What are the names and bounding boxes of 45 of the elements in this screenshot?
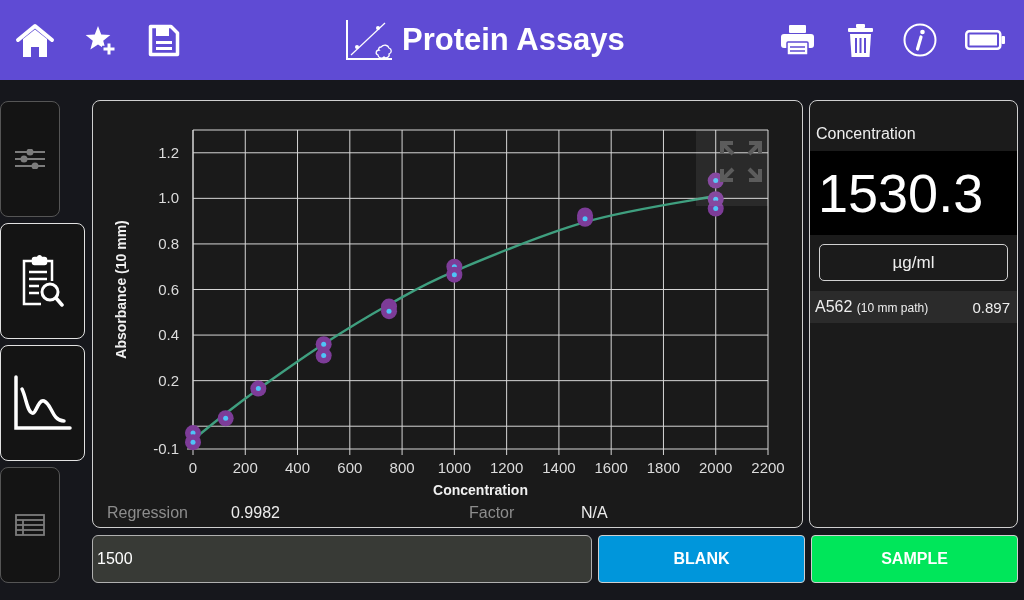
result-label: Concentration [815, 124, 917, 144]
trash-icon[interactable] [848, 23, 873, 57]
y-tick-label: 0.8 [158, 234, 179, 252]
star-plus-icon[interactable] [85, 24, 116, 56]
x-tick-label: 600 [337, 459, 363, 476]
x-tick-label: 800 [389, 459, 415, 476]
sliders-icon [15, 149, 45, 169]
chart-logo-icon [345, 19, 395, 61]
stat-value: 0.9982 [231, 504, 280, 522]
y-tick-label: 1.0 [158, 189, 179, 207]
x-tick-label: 1000 [437, 459, 472, 476]
app-title: Protein Assays [402, 22, 625, 58]
concentration-input[interactable]: 1500 [92, 535, 592, 583]
x-tick-label: 1400 [542, 459, 576, 476]
x-tick-label: 1200 [489, 459, 524, 476]
home-icon[interactable] [15, 22, 55, 58]
x-tick-label: 2000 [699, 459, 733, 476]
x-tick-label: 2200 [751, 459, 785, 476]
y-tick-label: 0.4 [158, 326, 179, 344]
reading-label: A562 (10 mm path) [815, 298, 929, 316]
x-tick-label: 0 [188, 459, 198, 476]
printer-icon[interactable] [780, 24, 815, 56]
y-tick-label: 0.2 [158, 371, 179, 389]
info-icon[interactable] [903, 23, 937, 57]
save-icon[interactable] [148, 23, 180, 57]
clipboard-search-icon [21, 255, 64, 307]
y-tick-label: 0.6 [158, 280, 179, 298]
x-axis-title: Concentration [433, 482, 528, 498]
reading-value: 0.897 [972, 298, 1010, 316]
table-icon [15, 514, 45, 536]
x-tick-label: 400 [285, 459, 311, 476]
expand-icon[interactable] [696, 130, 768, 206]
y-tick-label: 1.2 [158, 143, 179, 161]
stat-label: Factor [469, 504, 515, 522]
x-tick-label: 200 [232, 459, 258, 476]
line-chart-icon [13, 375, 72, 431]
y-tick-label: -0.1 [153, 440, 179, 457]
x-tick-label: 1800 [646, 459, 681, 476]
battery-icon [965, 30, 1005, 50]
y-axis-title: Absorbance (10 mm) [113, 220, 129, 359]
result-value: 1530.3 [810, 151, 1017, 235]
x-tick-label: 1600 [594, 459, 628, 476]
unit-button[interactable]: µg/ml [819, 244, 1008, 281]
stat-label: Regression [107, 504, 188, 522]
stat-value: N/A [581, 504, 608, 522]
